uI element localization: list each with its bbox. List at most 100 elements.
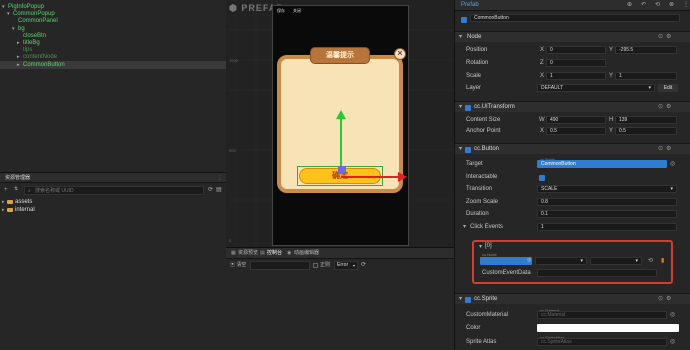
help-icon[interactable]: ⊙	[658, 294, 663, 305]
settings-icon[interactable]: ⚙	[666, 144, 671, 155]
settings-icon[interactable]: ⚙	[666, 32, 671, 43]
sprite-enabled-checkbox[interactable]	[465, 296, 471, 303]
zoom-scale-input[interactable]: 0.8	[537, 198, 677, 206]
zoom-scale-value: 0.8	[541, 199, 548, 205]
chevron-right-icon[interactable]: ▸	[2, 198, 5, 206]
clear-button[interactable]: ▣ 清空	[230, 261, 246, 270]
uitransform-enabled-checkbox[interactable]	[465, 104, 471, 111]
layer-label: Layer	[466, 85, 482, 91]
locate-icon[interactable]: ⊕	[627, 0, 632, 11]
event-component-select[interactable]: ▾	[535, 257, 587, 265]
refresh-icon[interactable]: ⟳	[208, 186, 213, 193]
anchor-x-tag: X	[540, 128, 545, 134]
button-enabled-checkbox[interactable]	[465, 146, 471, 153]
reset-icon[interactable]: ⟲	[648, 257, 653, 264]
undo-icon[interactable]: ↶	[641, 0, 646, 11]
target-node-field[interactable]: CommonButton	[537, 160, 667, 168]
sort-icon[interactable]: ⇅	[14, 186, 22, 194]
settings-icon[interactable]: ⚙	[666, 294, 671, 305]
chevron-down-icon: ▾	[459, 34, 463, 40]
settings-icon[interactable]: ⚙	[666, 102, 671, 113]
close-icon[interactable]: ⊗	[669, 0, 674, 11]
refresh-icon[interactable]: ⟳	[361, 261, 366, 268]
anchor-y-value: 0.5	[619, 128, 626, 134]
rotation-z-input[interactable]: 0	[546, 59, 606, 67]
position-label: Position	[466, 47, 488, 53]
layer-edit-button[interactable]: Edit	[658, 84, 678, 92]
revert-icon[interactable]: ⟲	[655, 0, 660, 11]
anchor-y-input[interactable]: 0.5	[615, 127, 677, 135]
delete-icon[interactable]: ▮	[661, 257, 664, 264]
event-handler-select[interactable]: ▾	[590, 257, 642, 265]
tab-console[interactable]: 控制台	[267, 248, 282, 259]
more-icon[interactable]: ⋮	[683, 0, 689, 11]
chevron-down-icon: ▾	[459, 146, 463, 152]
close-icon[interactable]: ×	[394, 48, 406, 60]
inspector-header-label: Prefab	[461, 2, 479, 8]
uitransform-section-header[interactable]: ▾ cc.UITransform ⊙ ⚙	[455, 101, 690, 112]
chevron-right-icon[interactable]: ▸	[17, 61, 20, 69]
content-height-input[interactable]: 139	[615, 116, 677, 124]
tab-preview-icon: ▦	[231, 250, 236, 256]
hierarchy-node[interactable]: ▸ CommonButton	[0, 60, 226, 69]
transition-select[interactable]: SCALE ▾	[537, 185, 677, 193]
node-section-header[interactable]: ▾ Node ⊙ ⚙	[455, 31, 690, 42]
asset-search-field[interactable]: ⌕ 搜索名称或 UUID	[24, 186, 204, 195]
locate-node-icon[interactable]: ◎	[527, 257, 531, 263]
help-icon[interactable]: ⊙	[658, 32, 663, 43]
duration-input[interactable]: 0.1	[537, 210, 677, 218]
event-target-node-field[interactable]	[480, 257, 532, 265]
node-name-input[interactable]: CommonButton	[470, 14, 680, 22]
help-icon[interactable]: ⊙	[658, 144, 663, 155]
node-name-value: CommonButton	[474, 15, 509, 21]
console-filter-input[interactable]	[250, 261, 310, 270]
chevron-down-icon: ▾	[648, 85, 651, 91]
ruler-label-500: 500	[229, 148, 236, 153]
node-section-title: Node	[467, 34, 482, 40]
gizmo-center-handle[interactable]	[338, 166, 346, 174]
content-h-tag: H	[609, 117, 614, 123]
tab-asset-preview[interactable]: 资源预览	[238, 248, 258, 259]
gizmo-y-arrow-icon[interactable]	[336, 110, 346, 119]
locate-asset-icon[interactable]: ◎	[670, 310, 675, 321]
locate-node-icon[interactable]: ◎	[670, 159, 675, 170]
asset-item[interactable]: ▸ assets	[0, 198, 226, 206]
button-section-header[interactable]: ▾ cc.Button ⊙ ⚙	[455, 143, 690, 154]
click-events-count-input[interactable]: 1	[537, 223, 677, 231]
sprite-atlas-field[interactable]: cc.SpriteAtlas	[537, 338, 667, 346]
more-icon[interactable]: ⋮	[217, 173, 222, 183]
gizmo-x-axis[interactable]	[341, 176, 399, 178]
asset-item[interactable]: ▸ internal	[0, 206, 226, 214]
position-x-input[interactable]: 0	[546, 46, 606, 54]
scale-x-input[interactable]: 1	[546, 72, 606, 80]
content-w-tag: W	[539, 117, 545, 123]
content-width-input[interactable]: 490	[546, 116, 606, 124]
position-y-input[interactable]: -295.5	[615, 46, 677, 54]
content-size-label: Content Size	[466, 117, 501, 123]
chevron-down-icon[interactable]: ▾	[479, 243, 482, 250]
position-y-tag: Y	[609, 47, 614, 53]
regex-checkbox[interactable]	[313, 263, 318, 268]
anchor-x-input[interactable]: 0.5	[546, 127, 606, 135]
sprite-section-header[interactable]: ▾ cc.Sprite ⊙ ⚙	[455, 293, 690, 304]
custom-material-field[interactable]: cc.Material	[537, 311, 667, 319]
log-level-select[interactable]: Error ▾	[334, 261, 358, 270]
color-swatch[interactable]	[537, 324, 679, 332]
inspector-header: Prefab ⊕ ↶ ⟲ ⊗ ⋮	[455, 0, 690, 11]
duration-value: 0.1	[541, 211, 548, 217]
gizmo-x-arrow-icon[interactable]	[398, 172, 407, 182]
interactable-checkbox[interactable]	[539, 174, 545, 181]
custom-event-data-input[interactable]	[537, 269, 657, 277]
collapse-icon[interactable]: ▤	[216, 186, 222, 193]
scale-y-input[interactable]: 1	[615, 72, 677, 80]
add-icon[interactable]: +	[4, 187, 12, 194]
chevron-right-icon[interactable]: ▸	[2, 206, 5, 214]
node-active-checkbox[interactable]	[461, 17, 467, 23]
chevron-down-icon[interactable]: ▾	[463, 222, 466, 233]
layer-select[interactable]: DEFAULT ▾	[537, 84, 655, 92]
tab-animation-editor[interactable]: 动画编辑器	[294, 248, 319, 259]
help-icon[interactable]: ⊙	[658, 102, 663, 113]
position-x-value: 0	[550, 47, 553, 53]
locate-asset-icon[interactable]: ◎	[670, 337, 675, 348]
zoom-scale-row: Zoom Scale 0.8	[455, 197, 690, 208]
